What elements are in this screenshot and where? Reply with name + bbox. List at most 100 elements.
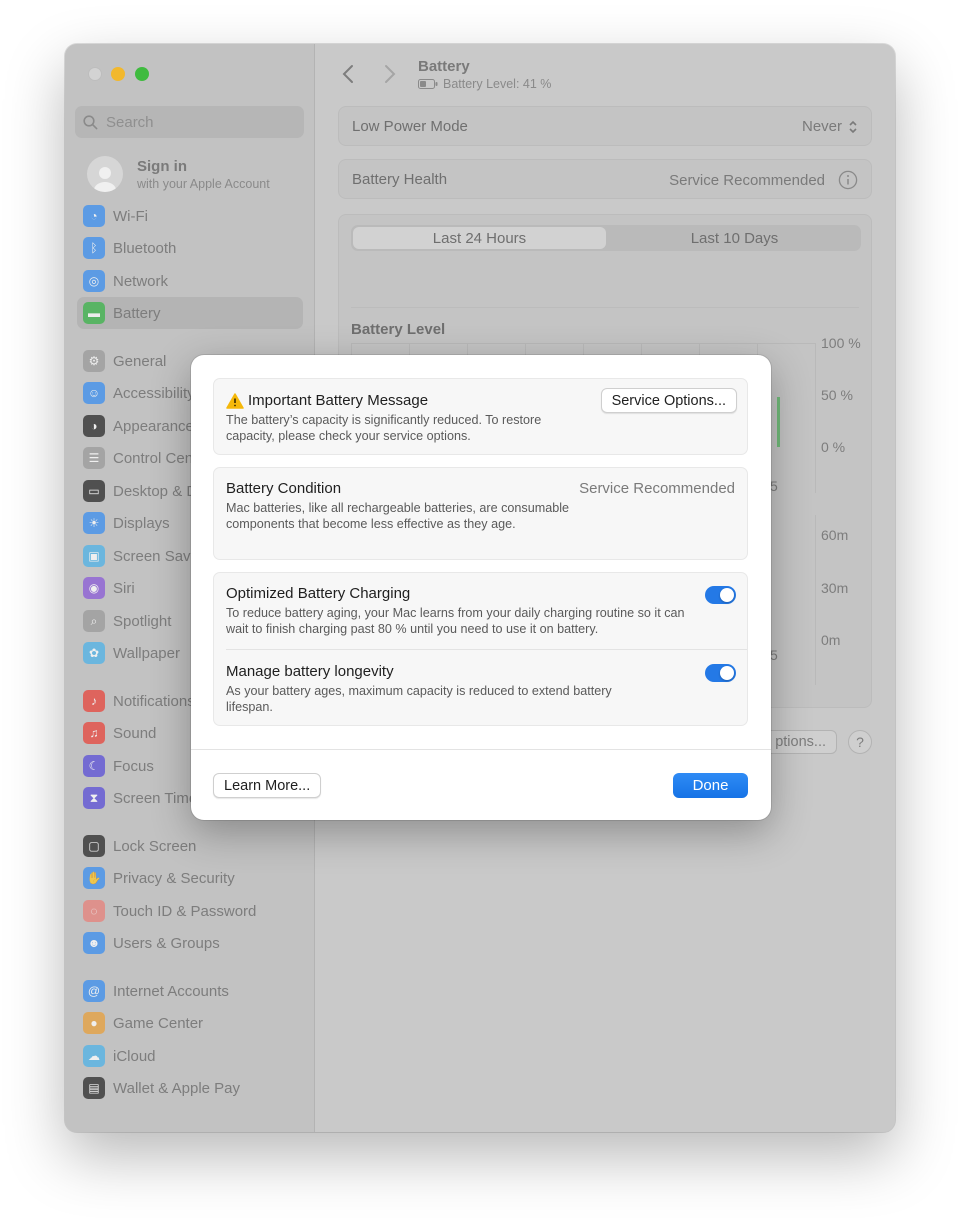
manage-longevity-title: Manage battery longevity	[226, 663, 394, 680]
divider	[226, 649, 747, 650]
optimized-charging-toggle[interactable]	[705, 586, 736, 604]
history-range-tabs: Last 24 Hours Last 10 Days	[351, 225, 861, 251]
zoom-window-button[interactable]	[135, 67, 149, 81]
level-tick-50: 50 %	[821, 387, 853, 403]
tab-last-10-days[interactable]: Last 10 Days	[608, 225, 861, 251]
forward-button[interactable]	[384, 64, 396, 90]
sidebar-item-wi-fi[interactable]: ◔ Wi-Fi	[77, 200, 303, 232]
magnifier-icon: ⌕	[83, 610, 105, 632]
sidebar-item-label: Lock Screen	[113, 837, 197, 855]
sidebar-item-lock-screen[interactable]: ▢ Lock Screen	[77, 830, 303, 862]
wallet-icon: ▤	[83, 1077, 105, 1099]
warning-icon	[226, 392, 244, 409]
optimized-charging-description: To reduce battery aging, your Mac learns…	[226, 606, 685, 636]
low-power-mode-label: Low Power Mode	[352, 118, 468, 135]
chart-gridline	[641, 343, 642, 355]
level-tick-100: 100 %	[821, 335, 861, 351]
important-message-title: Important Battery Message	[248, 392, 429, 409]
battery-icon	[418, 79, 438, 89]
sidebar-item-icloud[interactable]: ☁ iCloud	[77, 1040, 303, 1072]
chart-gridline	[583, 343, 584, 355]
usage-time-axis-label: 5	[770, 647, 778, 663]
bluetooth-icon: ᛒ	[83, 237, 105, 259]
globe-icon: ◎	[83, 270, 105, 292]
hourglass-icon: ⧗	[83, 787, 105, 809]
chart-gridline	[699, 343, 700, 355]
time-tick-60m: 60m	[821, 527, 849, 543]
info-icon	[838, 170, 858, 190]
manage-longevity-description: As your battery ages, maximum capacity i…	[226, 684, 612, 714]
sidebar-item-label: Network	[113, 272, 169, 290]
sidebar-item-users-groups[interactable]: ☻ Users & Groups	[77, 927, 303, 959]
tab-last-24-hours[interactable]: Last 24 Hours	[353, 227, 606, 249]
options-button[interactable]: ptions...	[760, 730, 837, 754]
account-name: Sign in	[137, 157, 187, 175]
info-button[interactable]	[838, 170, 858, 190]
lock-icon: ▢	[83, 835, 105, 857]
battery-level-bar	[777, 397, 780, 447]
toggle-knob	[720, 588, 734, 602]
game-center-icon: ●	[83, 1012, 105, 1034]
gear-icon: ⚙	[83, 350, 105, 372]
sidebar-item-privacy-security[interactable]: ✋ Privacy & Security	[77, 862, 303, 894]
cloud-icon: ☁	[83, 1045, 105, 1067]
sidebar-item-label: Accessibility	[113, 384, 195, 402]
manage-longevity-toggle[interactable]	[705, 664, 736, 682]
sidebar-item-label: Focus	[113, 757, 154, 775]
learn-more-button[interactable]: Learn More...	[213, 773, 322, 798]
account-subtitle: with your Apple Account	[137, 176, 270, 191]
low-power-mode-select[interactable]: Never	[802, 118, 858, 135]
sidebar-item-label: General	[113, 352, 167, 370]
sidebar-item-touch-id-password[interactable]: ◌ Touch ID & Password	[77, 895, 303, 927]
users-icon: ☻	[83, 932, 105, 954]
search-input[interactable]: Search	[75, 106, 304, 138]
done-button[interactable]: Done	[673, 773, 748, 798]
sidebar-item-label: Privacy & Security	[113, 869, 235, 887]
battery-condition-card: Battery Condition Service Recommended Ma…	[213, 467, 748, 560]
sidebar-item-label: Wallet & Apple Pay	[113, 1079, 241, 1097]
chevron-right-icon	[385, 65, 396, 83]
chart-gridline	[467, 343, 468, 355]
sidebar-item-label: Appearance	[113, 417, 194, 435]
usage-chart-right-axis	[815, 515, 816, 685]
service-options-button[interactable]: Service Options...	[600, 388, 737, 413]
charging-options-card: Optimized Battery Charging To reduce bat…	[213, 572, 748, 726]
apple-account-signin[interactable]: Sign in with your Apple Account	[87, 156, 270, 192]
sidebar-item-battery[interactable]: ▬ Battery	[77, 297, 303, 329]
appearance-icon: ◑	[83, 415, 105, 437]
sidebar-item-label: Wallpaper	[113, 644, 180, 662]
dialog-footer-divider	[191, 749, 771, 750]
person-icon	[94, 167, 116, 192]
sidebar-item-game-center[interactable]: ● Game Center	[77, 1007, 303, 1039]
help-button[interactable]: ?	[848, 730, 872, 754]
sidebar-item-wallet-apple-pay[interactable]: ▤ Wallet & Apple Pay	[77, 1072, 303, 1104]
fingerprint-icon: ◌	[83, 900, 105, 922]
minimize-window-button[interactable]	[111, 67, 125, 81]
time-tick-0m: 0m	[821, 632, 841, 648]
sidebar-item-label: Spotlight	[113, 612, 172, 630]
search-placeholder: Search	[106, 113, 154, 131]
sidebar-item-label: Touch ID & Password	[113, 902, 257, 920]
sidebar-item-label: Battery	[113, 304, 161, 322]
battery-health-row: Battery Health Service Recommended	[338, 159, 872, 199]
close-window-button[interactable]	[88, 67, 102, 81]
speaker-icon: ♫	[83, 722, 105, 744]
sidebar-item-bluetooth[interactable]: ᛒ Bluetooth	[77, 232, 303, 264]
search-icon	[83, 114, 98, 129]
important-message-card: Important Battery Message The battery’s …	[213, 378, 748, 455]
hand-icon: ✋	[83, 867, 105, 889]
battery-condition-title: Battery Condition	[226, 480, 342, 497]
sidebar-item-internet-accounts[interactable]: @ Internet Accounts	[77, 975, 303, 1007]
sidebar-item-label: Users & Groups	[113, 934, 220, 952]
sidebar-item-network[interactable]: ◎ Network	[77, 265, 303, 297]
wifi-icon: ◔	[83, 205, 105, 227]
battery-condition-value: Service Recommended	[579, 480, 735, 497]
back-button[interactable]	[342, 64, 354, 90]
low-power-mode-row: Low Power Mode Never	[338, 106, 872, 146]
battery-icon: ▬	[83, 302, 105, 324]
battery-level-subtitle: Battery Level: 41 %	[418, 77, 551, 91]
avatar	[87, 156, 123, 192]
sidebar-item-label: Wi-Fi	[113, 207, 148, 225]
battery-level-text: Battery Level: 41 %	[443, 77, 552, 91]
accessibility-icon: ☺	[83, 382, 105, 404]
